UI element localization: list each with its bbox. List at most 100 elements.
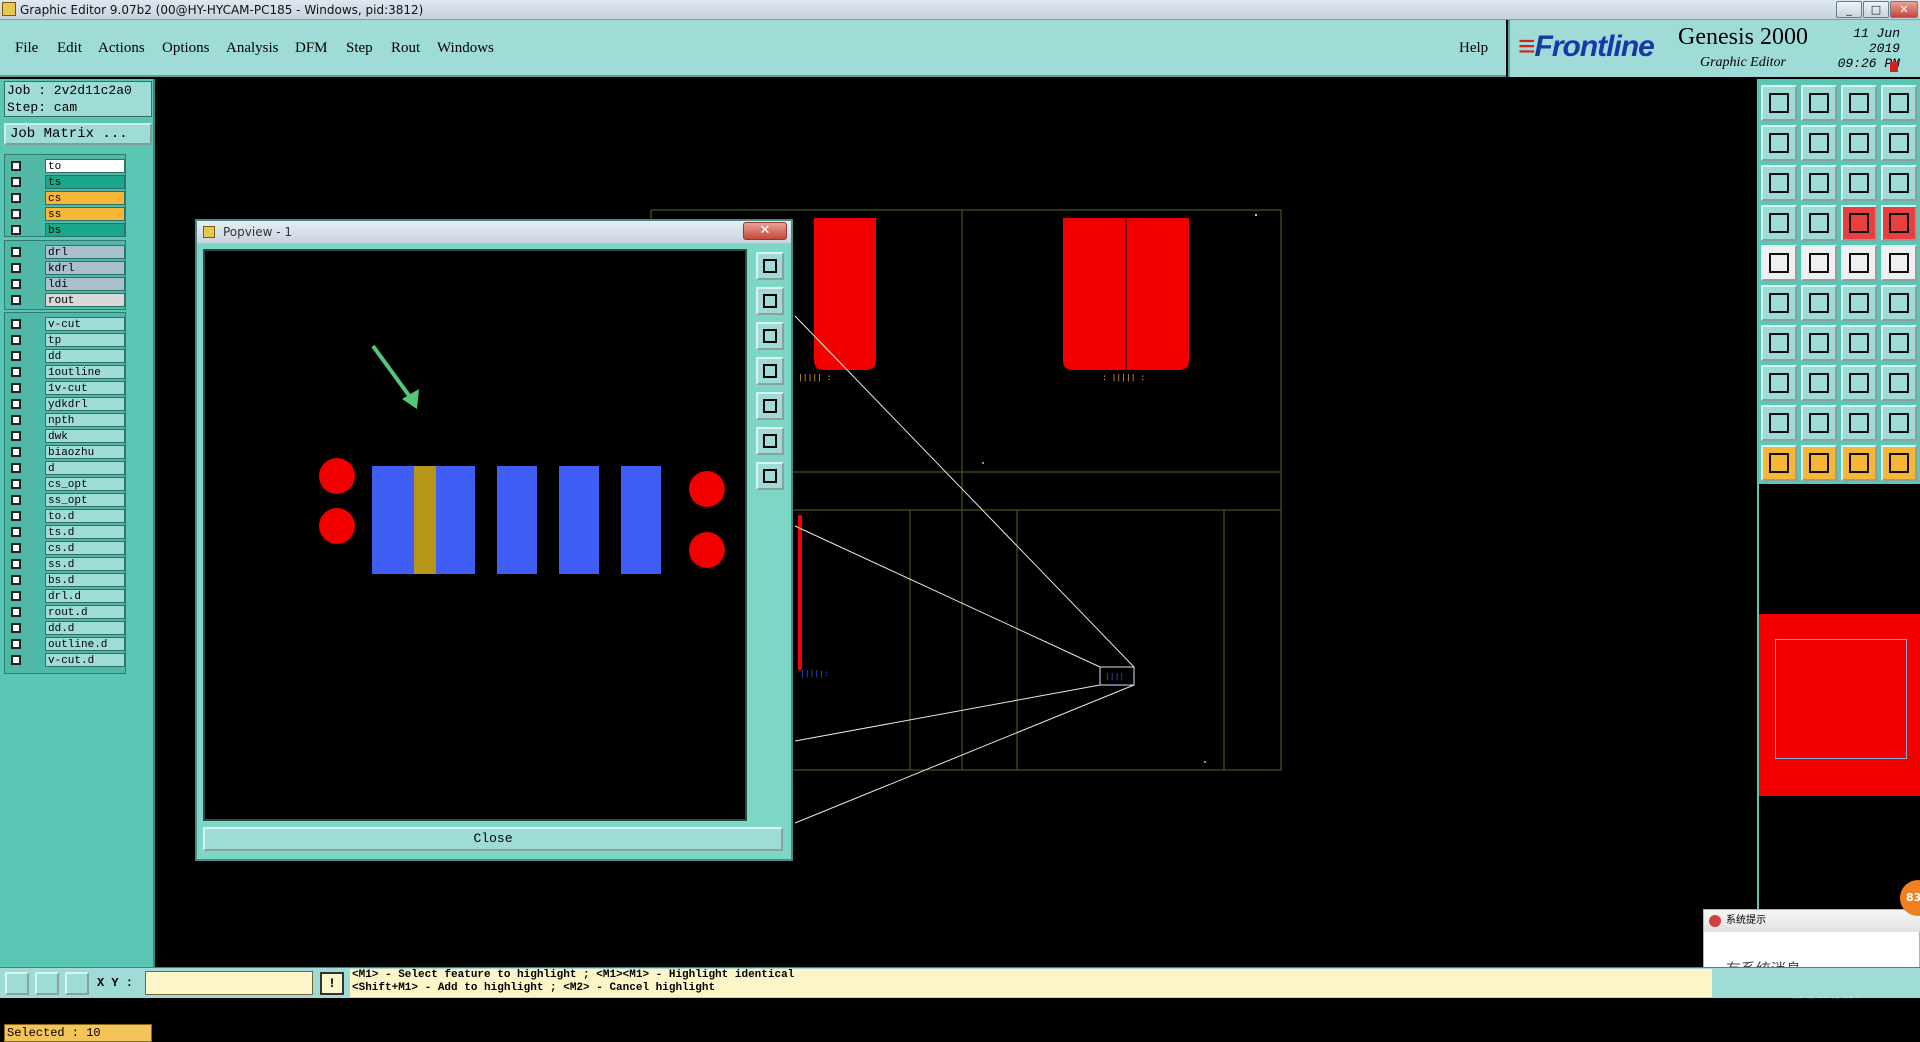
layer-checkbox[interactable] xyxy=(11,655,21,665)
layer-row[interactable]: rout.d xyxy=(7,605,125,620)
layer-checkbox[interactable] xyxy=(11,335,21,345)
stretch-button[interactable] xyxy=(1841,365,1877,401)
route-button[interactable] xyxy=(1881,445,1917,481)
layer-row[interactable]: cs.d xyxy=(7,541,125,556)
layer-row[interactable]: 1v-cut xyxy=(7,381,125,396)
layer-checkbox[interactable] xyxy=(11,463,21,473)
step-prev-button[interactable] xyxy=(1761,125,1797,161)
layer-row[interactable]: bs xyxy=(7,223,125,238)
popview-zoom-in-button[interactable] xyxy=(756,287,784,315)
layer-row[interactable]: ss.d xyxy=(7,557,125,572)
layer-name[interactable]: ts xyxy=(45,175,125,189)
layer-name[interactable]: npth xyxy=(45,413,125,427)
layer-row[interactable]: 1outline xyxy=(7,365,125,380)
layer-name[interactable]: kdrl xyxy=(45,261,125,275)
layer-name[interactable]: drl xyxy=(45,245,125,259)
layer-checkbox[interactable] xyxy=(11,209,21,219)
menu-rout[interactable]: Rout xyxy=(391,40,420,57)
layer-checkbox[interactable] xyxy=(11,543,21,553)
smd-pad-highlighted[interactable] xyxy=(414,466,436,574)
layer-row[interactable]: dd.d xyxy=(7,621,125,636)
layer-row[interactable]: rout xyxy=(7,293,125,308)
layer-row[interactable]: ts xyxy=(7,175,125,190)
layer-checkbox[interactable] xyxy=(11,367,21,377)
probe-button[interactable] xyxy=(1801,205,1837,241)
layer-checkbox[interactable] xyxy=(11,161,21,171)
angle-mode-button[interactable] xyxy=(35,972,59,995)
close-window-button[interactable]: ✕ xyxy=(1890,1,1918,18)
zoom-fit-button[interactable] xyxy=(1761,165,1797,201)
snap-mode-button[interactable] xyxy=(5,972,29,995)
layer-stack-button[interactable] xyxy=(1841,205,1877,241)
line-angle-button[interactable] xyxy=(1801,245,1837,281)
layer-name[interactable]: rout.d xyxy=(45,605,125,619)
maximize-button[interactable]: □ xyxy=(1863,1,1889,18)
layer-name[interactable]: 1v-cut xyxy=(45,381,125,395)
layer-name[interactable]: tp xyxy=(45,333,125,347)
menu-edit[interactable]: Edit xyxy=(57,40,82,57)
layer-checkbox[interactable] xyxy=(11,639,21,649)
popview-zoom-fit-button[interactable] xyxy=(756,252,784,280)
layer-row[interactable]: cs xyxy=(7,191,125,206)
layer-name[interactable]: v-cut xyxy=(45,317,125,331)
layer-row[interactable]: bs.d xyxy=(7,573,125,588)
layer-name[interactable]: ydkdrl xyxy=(45,397,125,411)
layer-row[interactable]: cs_opt xyxy=(7,477,125,492)
layer-name[interactable]: 1outline xyxy=(45,365,125,379)
layer-name[interactable]: ss xyxy=(45,207,125,221)
smd-pad[interactable] xyxy=(621,466,661,574)
window-button[interactable] xyxy=(1881,85,1917,121)
layer-checkbox[interactable] xyxy=(11,415,21,425)
layer-row[interactable]: biaozhu xyxy=(7,445,125,460)
layer-name[interactable]: cs.d xyxy=(45,541,125,555)
layer-name[interactable]: ldi xyxy=(45,277,125,291)
arc-button[interactable] xyxy=(1801,405,1837,441)
popview-home-button[interactable] xyxy=(756,462,784,490)
layer-checkbox[interactable] xyxy=(11,607,21,617)
popview-zoom-out-button[interactable] xyxy=(756,322,784,350)
layer-name[interactable]: ts.d xyxy=(45,525,125,539)
layer-checkbox[interactable] xyxy=(11,247,21,257)
layer-row[interactable]: to.d xyxy=(7,509,125,524)
popview-close-x-button[interactable]: ✕ xyxy=(743,222,787,240)
layer-checkbox[interactable] xyxy=(11,383,21,393)
layer-row[interactable]: npth xyxy=(7,413,125,428)
box-button[interactable] xyxy=(1881,245,1917,281)
layer-name[interactable]: bs xyxy=(45,223,125,237)
help-button[interactable] xyxy=(1881,165,1917,201)
layer-checkbox[interactable] xyxy=(11,431,21,441)
popview-close-button[interactable]: Close xyxy=(203,827,783,851)
layer-checkbox[interactable] xyxy=(11,225,21,235)
pointer-button[interactable] xyxy=(1761,445,1797,481)
layer-checkbox[interactable] xyxy=(11,479,21,489)
text-button[interactable] xyxy=(1841,405,1877,441)
layer-row[interactable]: ldi xyxy=(7,277,125,292)
layer-checkbox[interactable] xyxy=(11,263,21,273)
menu-file[interactable]: File xyxy=(15,40,38,57)
select-button[interactable] xyxy=(1801,445,1837,481)
layer-checkbox[interactable] xyxy=(11,495,21,505)
menu-step[interactable]: Step xyxy=(346,40,373,57)
rotate-button[interactable] xyxy=(1841,325,1877,361)
snap-button[interactable] xyxy=(1881,125,1917,161)
menu-options[interactable]: Options xyxy=(162,40,210,57)
layer-name[interactable]: biaozhu xyxy=(45,445,125,459)
menu-analysis[interactable]: Analysis xyxy=(226,40,279,57)
open-job-button[interactable] xyxy=(1761,85,1797,121)
pad-circle[interactable] xyxy=(319,508,355,544)
smd-pad[interactable] xyxy=(497,466,537,574)
layer-checkbox[interactable] xyxy=(11,279,21,289)
job-matrix-button[interactable]: Job Matrix ... xyxy=(4,123,152,145)
pad-circle[interactable] xyxy=(689,532,725,568)
popview-pan-left-button[interactable] xyxy=(756,357,784,385)
layer-checkbox[interactable] xyxy=(11,295,21,305)
layer-checkbox[interactable] xyxy=(11,447,21,457)
home-button[interactable] xyxy=(1841,85,1877,121)
layer-checkbox[interactable] xyxy=(11,623,21,633)
layer-row[interactable]: tp xyxy=(7,333,125,348)
layer-checkbox[interactable] xyxy=(11,527,21,537)
layer-row[interactable]: to xyxy=(7,159,125,174)
move-button[interactable] xyxy=(1761,285,1797,321)
layer-checkbox[interactable] xyxy=(11,591,21,601)
menu-actions[interactable]: Actions xyxy=(98,40,145,57)
